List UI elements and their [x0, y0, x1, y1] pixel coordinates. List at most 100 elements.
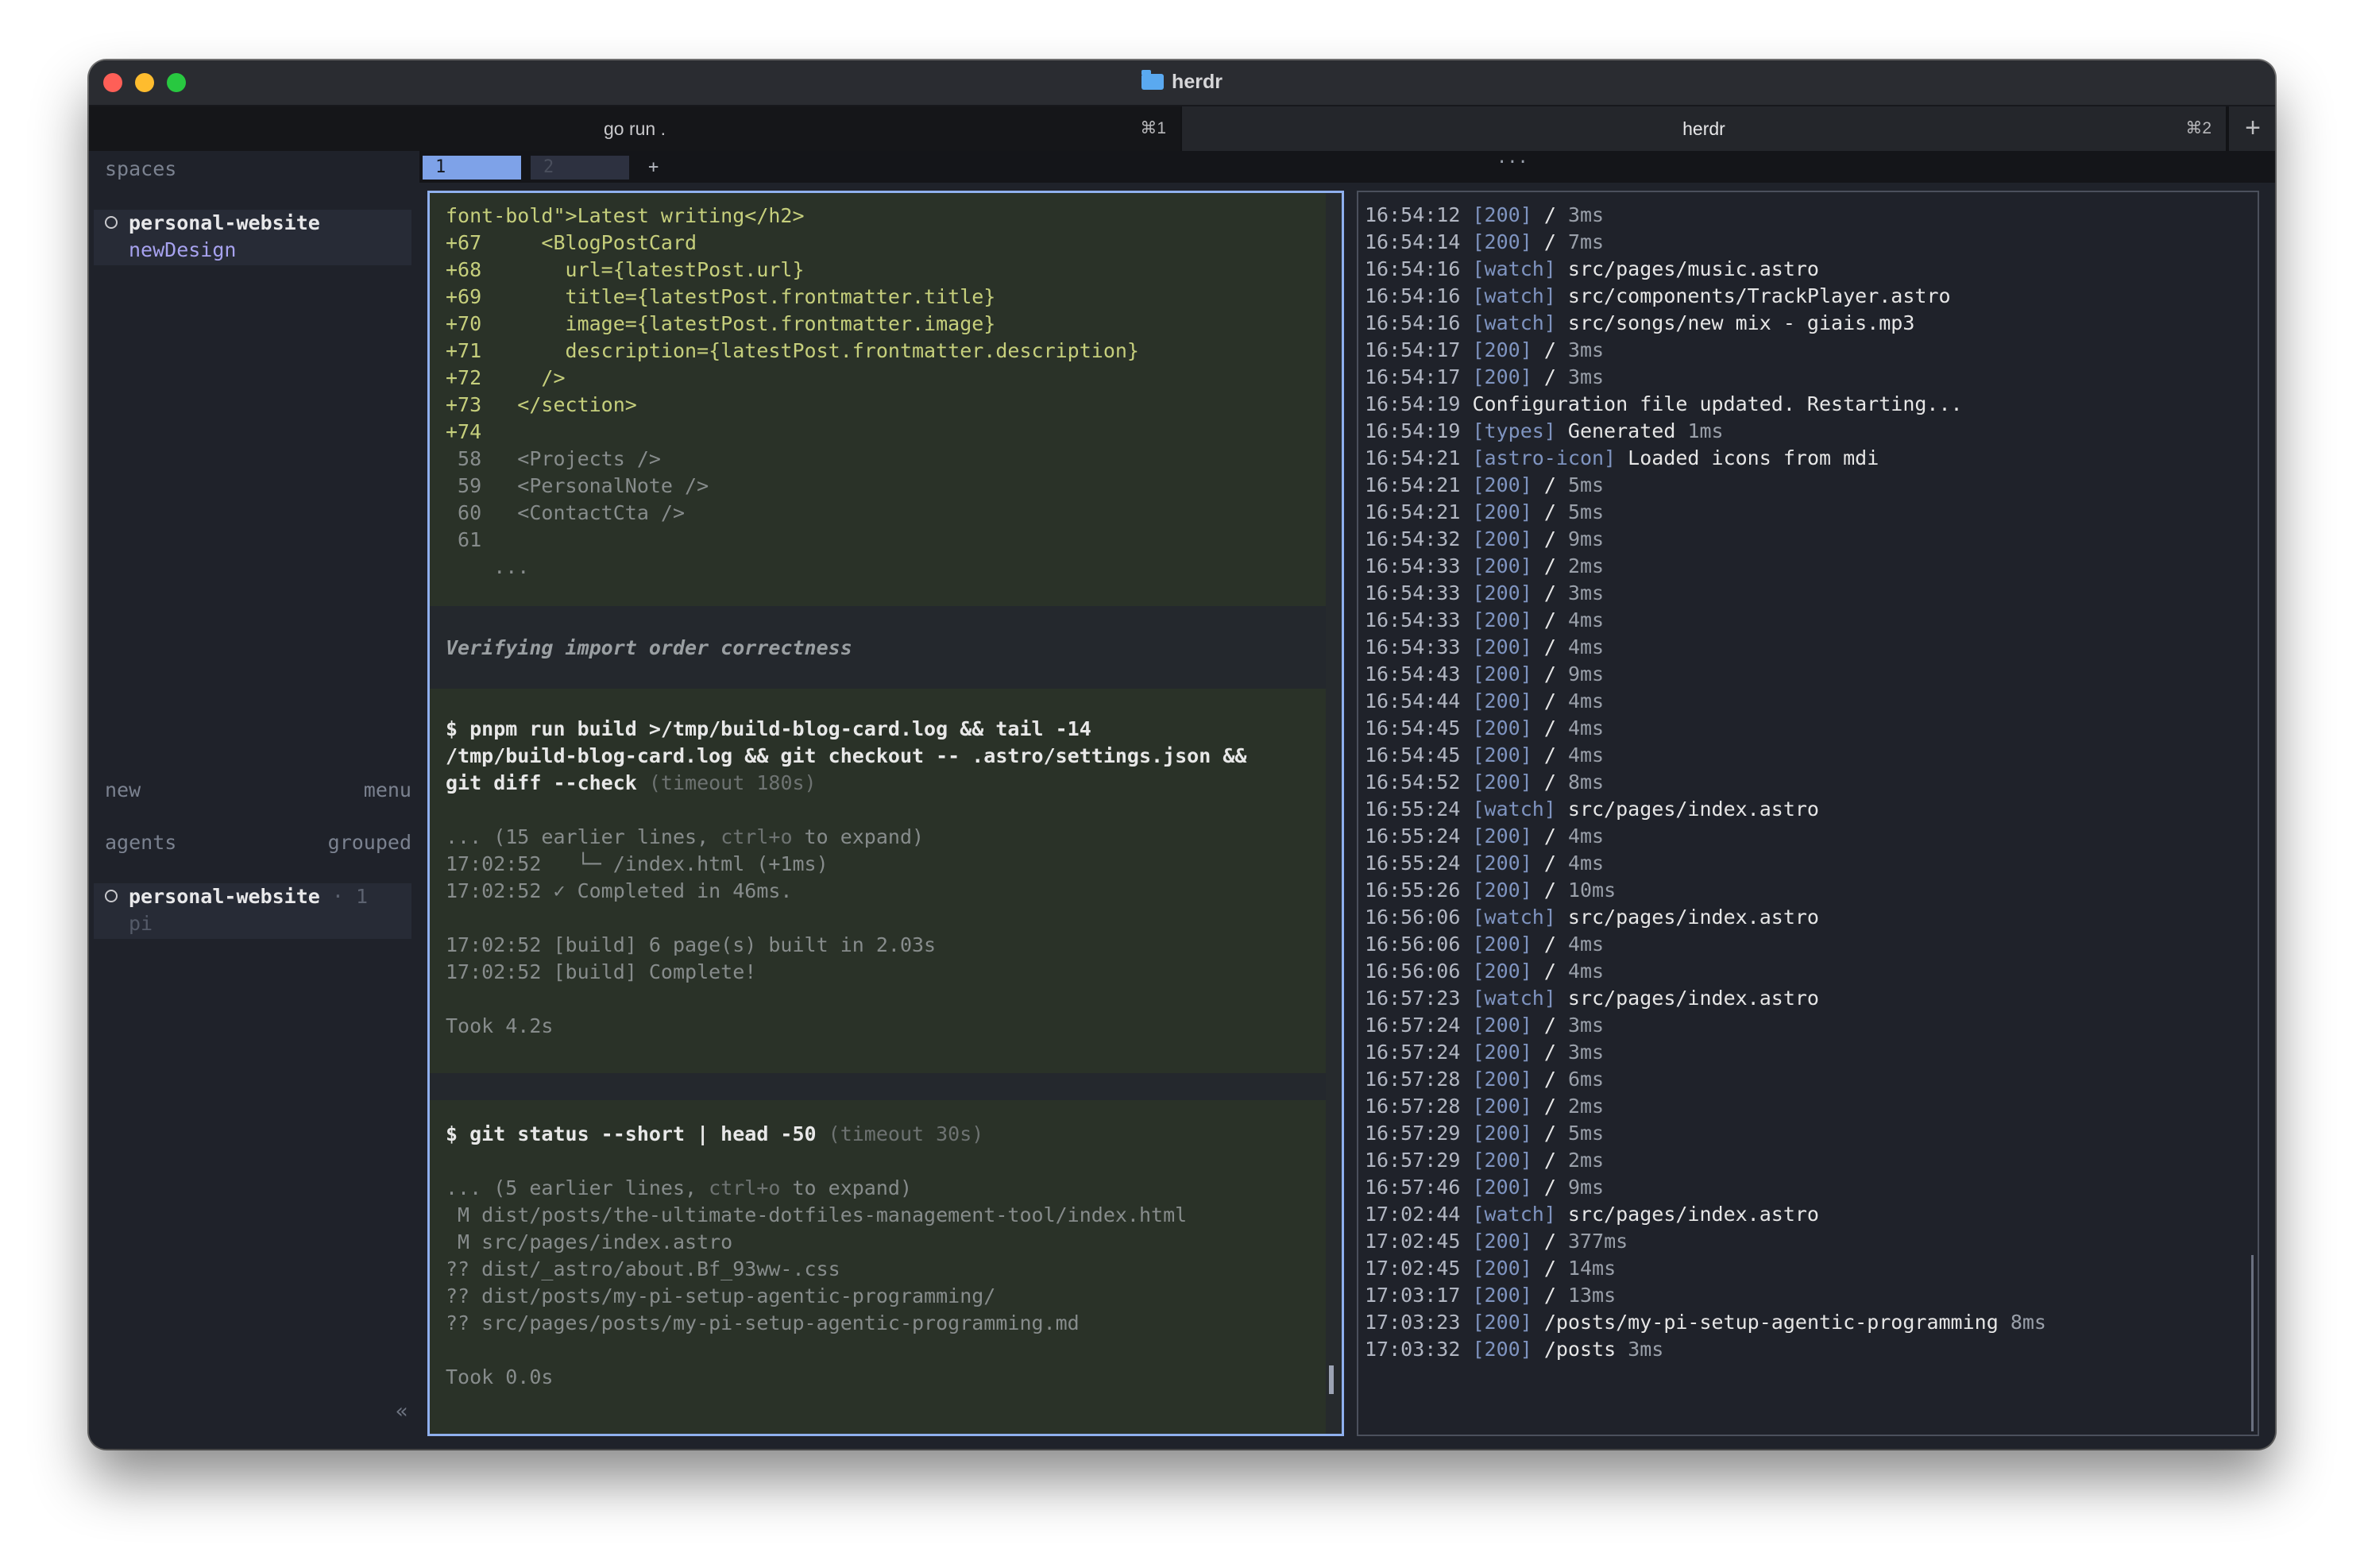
- log-duration: 9ms: [1567, 662, 1605, 686]
- context-line: ...: [446, 555, 530, 578]
- collapse-sidebar-button[interactable]: «: [396, 1398, 408, 1425]
- log-time: 16:54:21: [1365, 473, 1461, 496]
- log-message: /: [1543, 960, 1556, 983]
- log-time: 16:57:23: [1365, 987, 1461, 1010]
- workspace-tab-2[interactable]: 2: [531, 156, 629, 180]
- log-time: 16:54:33: [1365, 635, 1461, 658]
- circle-icon: [105, 216, 118, 229]
- log-time: 16:54:45: [1365, 716, 1461, 740]
- log-time: 16:57:29: [1365, 1122, 1461, 1145]
- log-kind: [watch]: [1472, 798, 1556, 821]
- log-duration: 14ms: [1567, 1257, 1617, 1280]
- log-duration: 10ms: [1567, 879, 1617, 902]
- log-kind: [watch]: [1472, 987, 1556, 1010]
- diff-line: +69 title={latestPost.frontmatter.title}: [446, 285, 996, 308]
- log-duration: 9ms: [1567, 1176, 1605, 1199]
- log-message: src/pages/index.astro: [1567, 987, 1819, 1010]
- log-kind: [200]: [1472, 1068, 1532, 1091]
- tab-herdr[interactable]: herdr ⌘2: [1182, 106, 2226, 151]
- log-line: 16:54:17 [200] / 3ms: [1365, 364, 1604, 391]
- log-line: 16:54:19 [types] Generated 1ms: [1365, 418, 1724, 445]
- log-kind: [astro-icon]: [1472, 446, 1617, 469]
- log-duration: 5ms: [1567, 473, 1605, 496]
- dev-server-log-pane[interactable]: 16:54:12 [200] / 3ms 16:54:14 [200] / 7ms…: [1357, 191, 2259, 1436]
- log-time: 16:54:16: [1365, 284, 1461, 307]
- log-kind: [200]: [1472, 1338, 1532, 1361]
- log-message: /: [1543, 1284, 1556, 1307]
- log-kind: [200]: [1472, 230, 1532, 253]
- log-message: /: [1543, 1095, 1556, 1118]
- log-line: 16:54:14 [200] / 7ms: [1365, 229, 1604, 256]
- agent-item[interactable]: personal-website · 1 pi: [94, 883, 411, 939]
- command-line: /tmp/build-blog-card.log && git checkout…: [446, 744, 1247, 767]
- log-time: 16:54:17: [1365, 365, 1461, 388]
- log-message: /: [1543, 635, 1556, 658]
- log-kind: [200]: [1472, 554, 1532, 577]
- more-icon[interactable]: ...: [1497, 146, 1528, 170]
- log-message: /: [1543, 743, 1556, 767]
- log-time: 16:54:52: [1365, 770, 1461, 794]
- log-kind: [200]: [1472, 1257, 1532, 1280]
- menu-button[interactable]: menu: [364, 777, 411, 804]
- agent-pane[interactable]: font-bold">Latest writing</h2> +67 <Blog…: [427, 191, 1344, 1436]
- log-time: 16:54:17: [1365, 338, 1461, 361]
- log-kind: [watch]: [1472, 284, 1556, 307]
- expand-hint[interactable]: ... (5 earlier lines, ctrl+o to expand): [446, 1175, 912, 1202]
- space-item[interactable]: personal-website newDesign: [94, 210, 411, 265]
- add-workspace-tab-button[interactable]: +: [648, 156, 659, 180]
- log-duration: 4ms: [1567, 608, 1605, 631]
- log-message: /: [1543, 662, 1556, 686]
- log-kind: [200]: [1472, 608, 1532, 631]
- log-line: 16:54:21 [200] / 5ms: [1365, 499, 1604, 526]
- output-line: ?? dist/_astro/about.Bf_93ww-.css: [446, 1257, 840, 1280]
- new-tab-button[interactable]: +: [2227, 106, 2275, 151]
- output-line: 17:02:52 └─ /index.html (+1ms): [446, 852, 829, 875]
- scrollbar-thumb[interactable]: [2251, 1255, 2254, 1431]
- agents-grouping-toggle[interactable]: grouped: [328, 829, 411, 856]
- log-duration: 2ms: [1567, 554, 1605, 577]
- log-kind: [200]: [1472, 743, 1532, 767]
- log-kind: [200]: [1472, 933, 1532, 956]
- command-line: $ pnpm run build >/tmp/build-blog-card.l…: [446, 717, 1091, 740]
- log-message: /: [1543, 554, 1556, 577]
- log-time: 16:54:33: [1365, 608, 1461, 631]
- log-line: 16:57:28 [200] / 2ms: [1365, 1093, 1604, 1120]
- workspace-tab-1[interactable]: 1: [423, 156, 521, 180]
- log-time: 16:54:43: [1365, 662, 1461, 686]
- expand-hint[interactable]: ... (15 earlier lines, ctrl+o to expand): [446, 824, 924, 851]
- log-duration: 2ms: [1567, 1095, 1605, 1118]
- tab-go-run[interactable]: go run . ⌘1: [89, 106, 1180, 151]
- command-timeout: (timeout 30s): [816, 1122, 984, 1145]
- window-title-text: herdr: [1172, 71, 1223, 93]
- expand-key: ctrl+o: [720, 825, 793, 848]
- context-line: 61: [446, 528, 482, 551]
- log-kind: [200]: [1472, 1311, 1532, 1334]
- terminal-content: spaces personal-website newDesign new me…: [89, 148, 2275, 1449]
- scrollbar-thumb[interactable]: [1329, 1365, 1334, 1394]
- output-line: ?? src/pages/posts/my-pi-setup-agentic-p…: [446, 1311, 1080, 1334]
- log-line: 16:57:23 [watch] src/pages/index.astro: [1365, 985, 1819, 1012]
- thinking-text: Verifying import order correctness: [446, 636, 852, 659]
- log-line: 17:02:45 [200] / 377ms: [1365, 1228, 1628, 1255]
- log-line: 16:57:29 [200] / 2ms: [1365, 1147, 1604, 1174]
- log-line: 16:54:33 [200] / 2ms: [1365, 553, 1604, 580]
- log-line: 16:54:33 [200] / 4ms: [1365, 607, 1604, 634]
- log-time: 17:02:44: [1365, 1203, 1461, 1226]
- output-line: 17:02:52 ✓ Completed in 46ms.: [446, 879, 793, 902]
- new-space-button[interactable]: new: [105, 777, 141, 804]
- log-message: /: [1543, 365, 1556, 388]
- log-message: /: [1543, 1014, 1556, 1037]
- log-kind: [200]: [1472, 825, 1532, 848]
- sidebar: spaces personal-website newDesign new me…: [89, 151, 416, 1449]
- log-line: 16:56:06 [200] / 4ms: [1365, 958, 1604, 985]
- log-message: /: [1543, 933, 1556, 956]
- log-message: /: [1543, 203, 1556, 226]
- log-line: 16:54:21 [200] / 5ms: [1365, 472, 1604, 499]
- log-time: 16:54:21: [1365, 500, 1461, 523]
- log-message: src/pages/index.astro: [1567, 906, 1819, 929]
- log-message: src/pages/index.astro: [1567, 1203, 1819, 1226]
- expand-key: ctrl+o: [709, 1176, 781, 1199]
- log-message: /: [1543, 527, 1556, 550]
- log-message: /: [1543, 689, 1556, 713]
- log-duration: 4ms: [1567, 635, 1605, 658]
